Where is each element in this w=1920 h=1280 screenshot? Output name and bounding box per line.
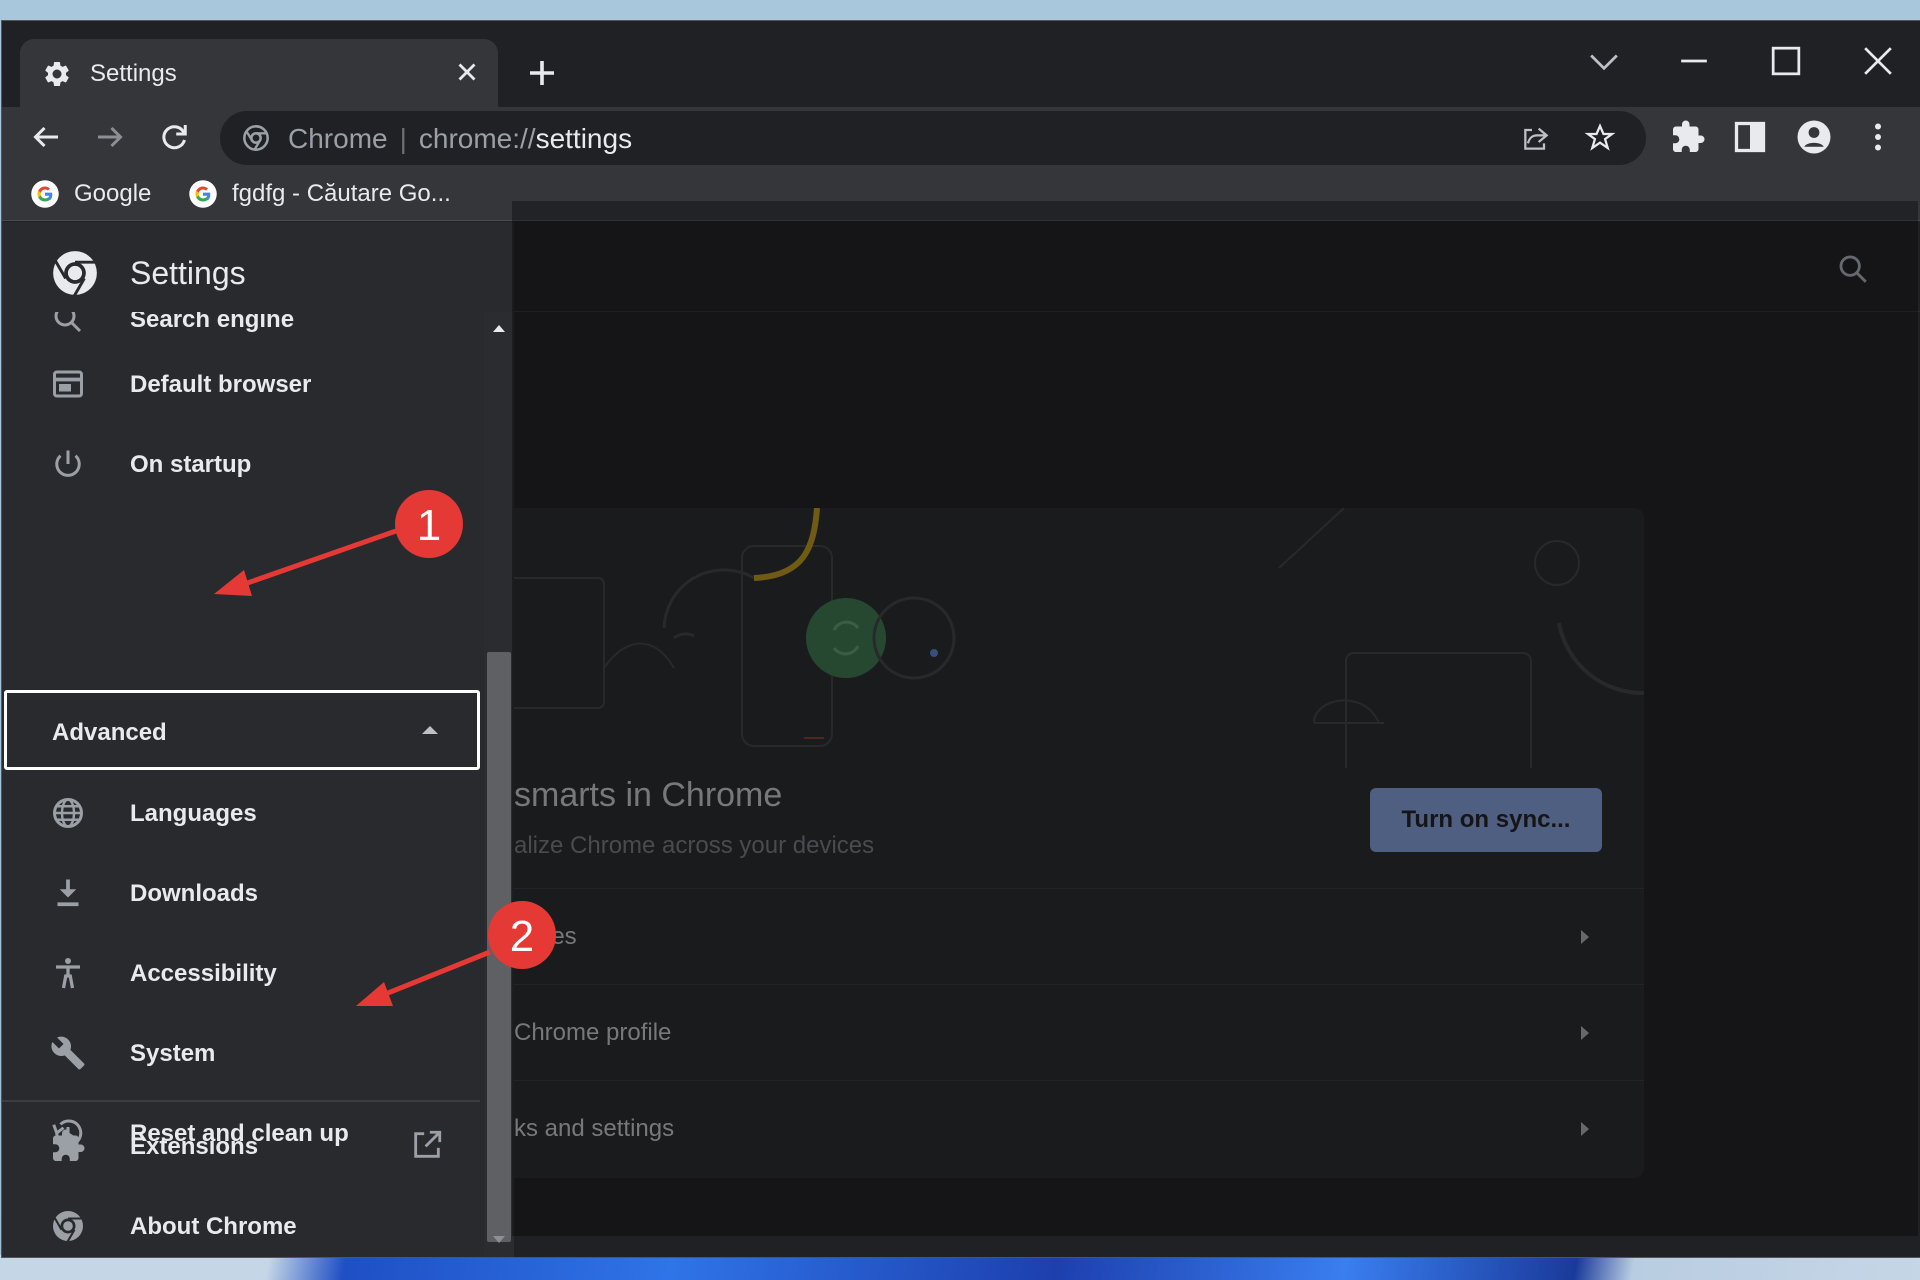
nav-system[interactable]: System: [2, 1018, 480, 1088]
new-tab-plus-icon[interactable]: [524, 55, 560, 91]
nav-label: On startup: [130, 451, 252, 478]
toolbar: Chrome | chrome://settings: [2, 107, 1920, 167]
chevron-down-icon[interactable]: [1582, 39, 1626, 83]
bookmark-label: Google: [74, 180, 152, 207]
scroll-down-arrow-icon[interactable]: [491, 1234, 507, 1246]
download-icon: [57, 879, 79, 907]
nav-label: Search engine: [130, 312, 295, 333]
tab-strip: Settings: [2, 21, 1920, 107]
caret-up-icon: [422, 726, 438, 734]
nav-languages[interactable]: Languages: [2, 778, 480, 848]
nav-accessibility[interactable]: Accessibility: [2, 938, 480, 1008]
maximize-icon[interactable]: [1764, 39, 1808, 83]
nav-search-engine[interactable]: Search engine: [2, 312, 480, 354]
wrench-icon: [51, 1036, 85, 1070]
row-label: ks and settings: [514, 1115, 675, 1142]
nav-on-startup[interactable]: On startup: [2, 429, 480, 499]
nav-label: Languages: [130, 800, 257, 827]
nav-default-browser[interactable]: Default browser: [2, 349, 480, 419]
address-bar[interactable]: Chrome | chrome://settings: [220, 111, 1646, 165]
sync-subline: alize Chrome across your devices: [514, 832, 875, 859]
profile-avatar-icon[interactable]: [1796, 119, 1832, 155]
settings-sidebar: Settings Search engine Default browser O…: [2, 222, 514, 1257]
row-label: rvices: [514, 923, 577, 950]
sync-headline: smarts in Chrome: [514, 776, 783, 814]
bookmark-google[interactable]: Google: [30, 177, 151, 211]
turn-on-sync-button[interactable]: Turn on sync...: [1370, 788, 1602, 852]
settings-header-bar: [514, 222, 1920, 312]
bookmark-label: fgdfg - Căutare Go...: [232, 180, 451, 207]
power-icon: [55, 450, 81, 477]
back-arrow-icon[interactable]: [28, 119, 64, 155]
url-scheme: chrome://: [418, 123, 536, 154]
tab-settings[interactable]: Settings: [20, 39, 498, 107]
chevron-right-icon: [1581, 930, 1589, 944]
google-logo-icon: [189, 180, 217, 208]
bookmark-search-result[interactable]: fgdfg - Căutare Go...: [188, 177, 451, 211]
bookmark-star-icon[interactable]: [1584, 122, 1616, 154]
nav-extensions[interactable]: Extensions: [2, 1111, 480, 1181]
search-icon: [54, 312, 82, 333]
close-icon[interactable]: [452, 57, 482, 87]
extensions-puzzle-icon[interactable]: [1670, 119, 1706, 155]
url-text: Chrome | chrome://settings: [288, 123, 633, 154]
settings-nav-list: Search engine Default browser On startup…: [2, 312, 480, 1257]
url-path: settings: [535, 123, 633, 154]
nav-advanced-toggle[interactable]: Advanced: [4, 690, 480, 770]
minimize-icon[interactable]: [1672, 39, 1716, 83]
import-bookmarks-row[interactable]: ks and settings: [514, 1080, 1644, 1176]
puzzle-icon: [53, 1129, 85, 1161]
url-site-label: Chrome: [288, 123, 388, 154]
kebab-menu-icon[interactable]: [1860, 119, 1896, 155]
nav-label: Downloads: [130, 880, 259, 907]
open-in-new-icon: [414, 1130, 442, 1158]
nav-divider: [2, 1100, 480, 1102]
side-panel-icon[interactable]: [1732, 119, 1768, 155]
sidebar-scrollbar[interactable]: [484, 312, 514, 1257]
scroll-up-arrow-icon[interactable]: [491, 322, 507, 334]
nav-label: Advanced: [52, 719, 167, 746]
nav-downloads[interactable]: Downloads: [2, 858, 480, 928]
row-label: Chrome profile: [514, 1019, 672, 1046]
settings-title: Settings: [130, 255, 246, 291]
share-icon[interactable]: [1520, 122, 1552, 154]
chevron-right-icon: [1581, 1122, 1589, 1136]
sync-card: smarts in Chrome alize Chrome across you…: [514, 508, 1644, 1178]
gear-icon: [45, 61, 69, 86]
settings-page: smarts in Chrome alize Chrome across you…: [2, 222, 1920, 1257]
bookmarks-bar: Google fgdfg - Căutare Go...: [2, 167, 1920, 221]
accessibility-icon: [56, 958, 80, 989]
browser-window: Settings Chrome | chrome://settings Google: [2, 21, 1920, 1257]
chrome-profile-row[interactable]: Chrome profile: [514, 984, 1644, 1080]
nav-label: System: [130, 1040, 216, 1067]
nav-label: Extensions: [130, 1133, 259, 1160]
chevron-right-icon: [1581, 1026, 1589, 1040]
chrome-logo-icon: [243, 125, 269, 151]
settings-main: smarts in Chrome alize Chrome across you…: [514, 222, 1920, 1257]
google-logo-icon: [31, 180, 59, 208]
browser-window-icon: [53, 370, 83, 398]
nav-label: Default browser: [130, 371, 312, 398]
desktop-wallpaper: [0, 1255, 1920, 1280]
window-close-icon[interactable]: [1856, 39, 1900, 83]
nav-label: About Chrome: [130, 1213, 297, 1240]
tab-title: Settings: [90, 60, 177, 87]
chrome-logo-icon: [53, 1211, 83, 1244]
nav-label: Accessibility: [130, 960, 277, 987]
nav-about-chrome[interactable]: About Chrome: [2, 1191, 480, 1257]
scrollbar-thumb[interactable]: [487, 652, 511, 1242]
forward-arrow-icon[interactable]: [92, 119, 128, 155]
sync-illustration: [514, 508, 1644, 768]
search-icon[interactable]: [1836, 252, 1870, 286]
reload-icon[interactable]: [156, 119, 192, 155]
sync-services-row[interactable]: rvices: [514, 888, 1644, 984]
settings-sidebar-header: Settings: [2, 222, 514, 312]
chrome-logo-icon: [53, 251, 97, 298]
globe-icon: [53, 798, 83, 828]
